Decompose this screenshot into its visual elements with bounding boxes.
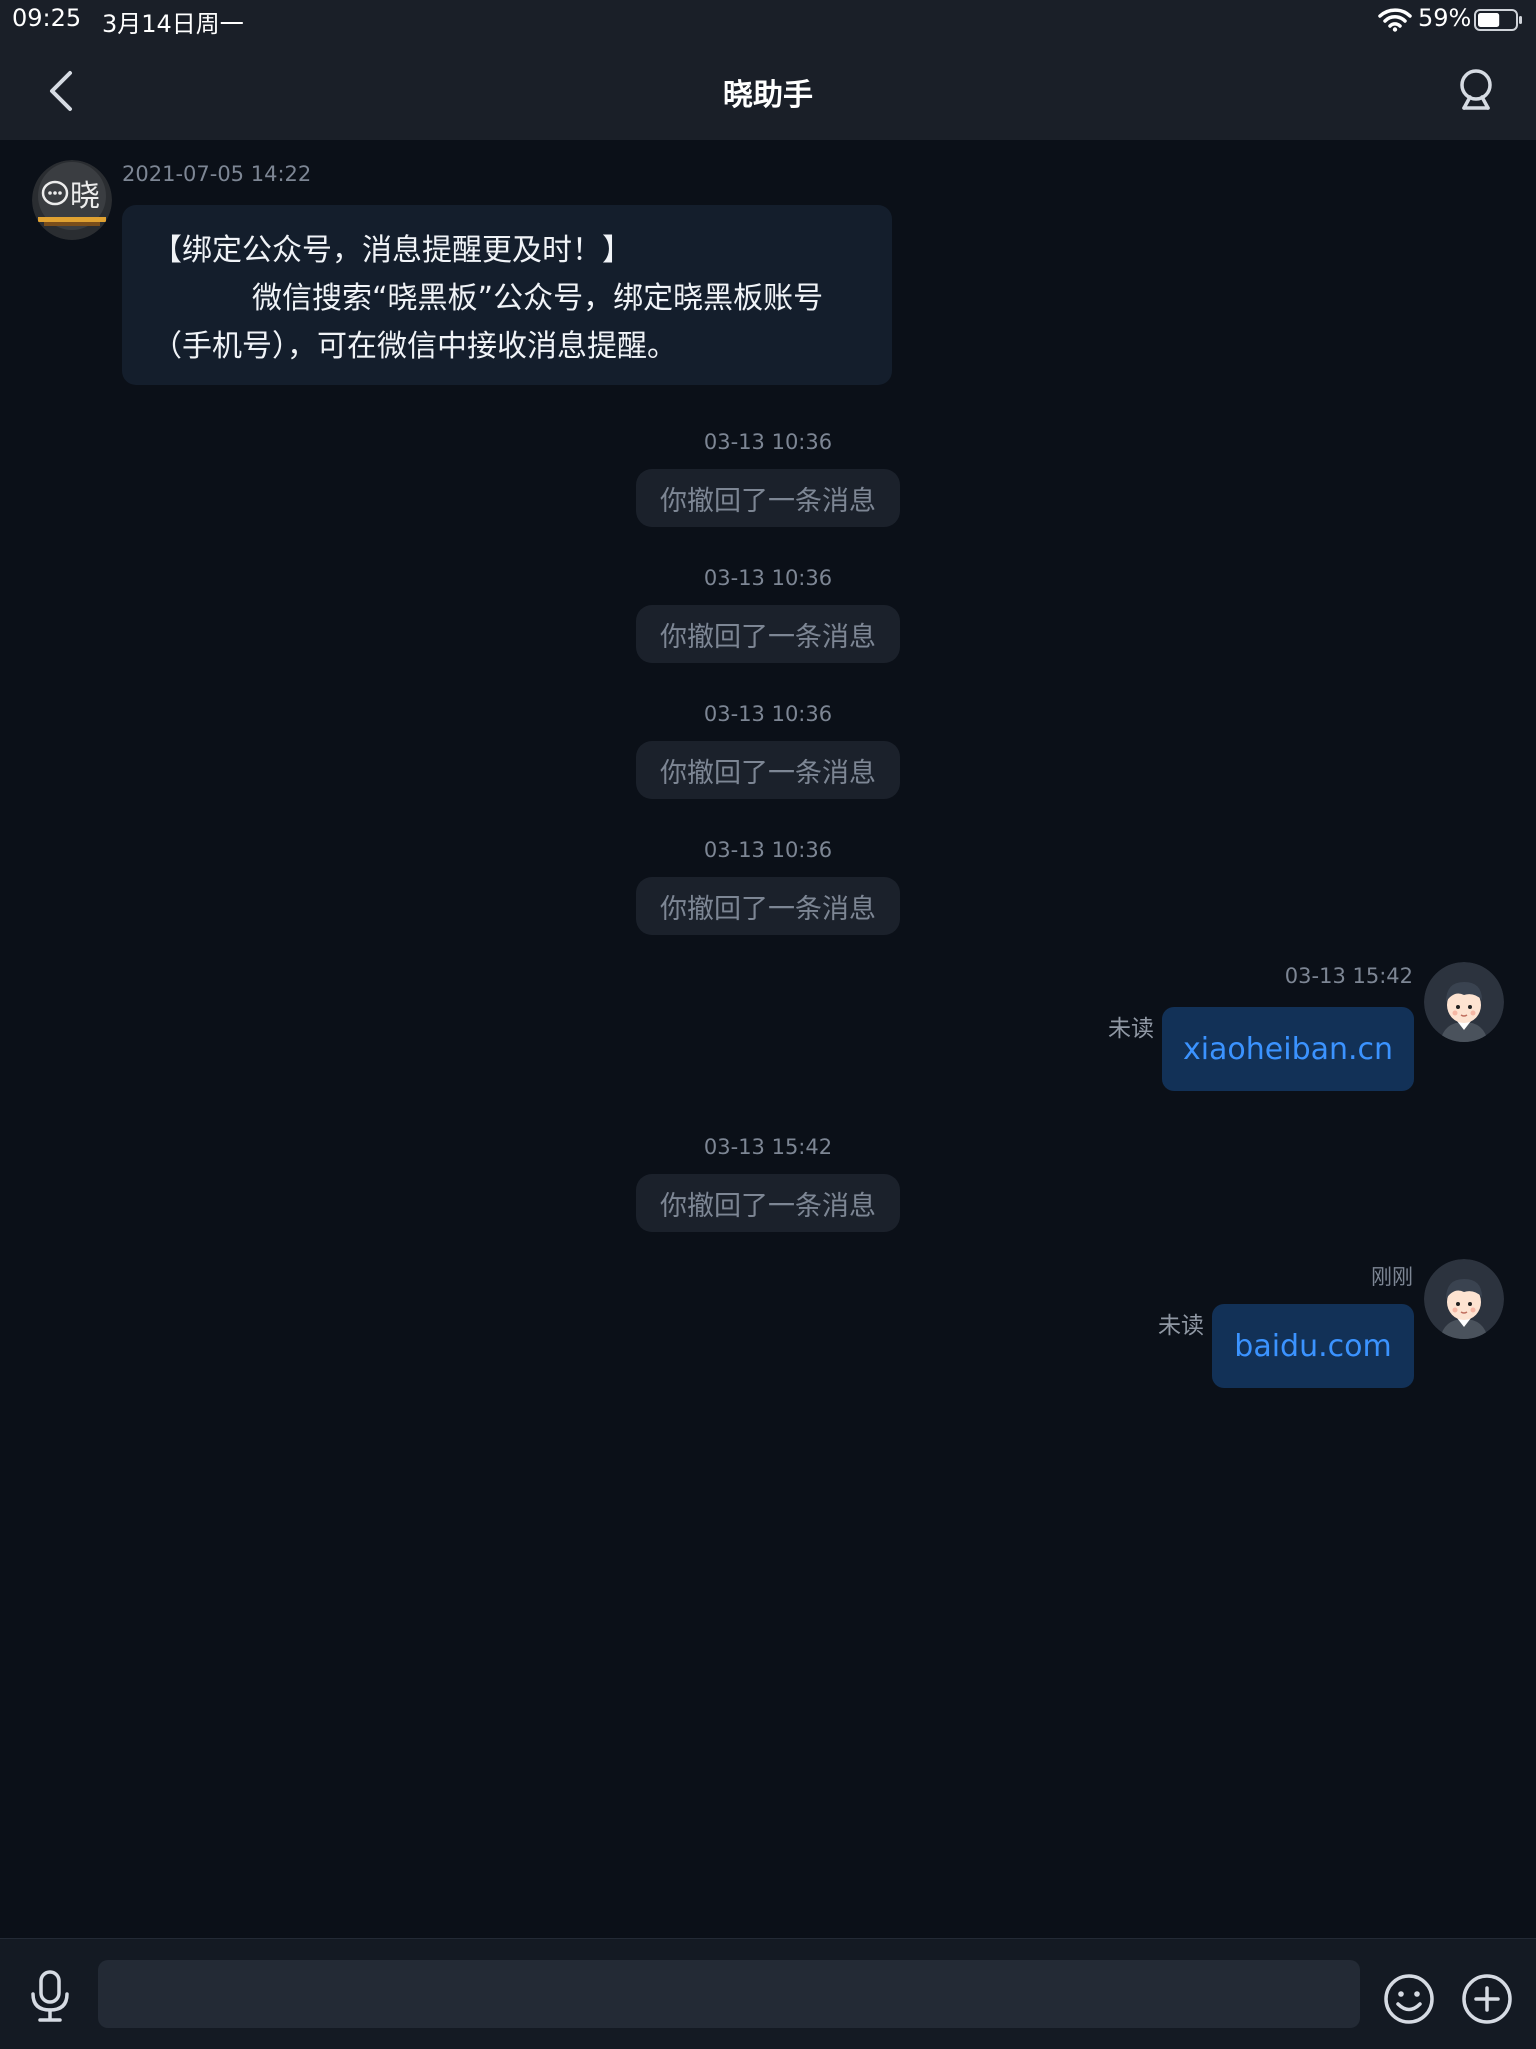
voice-input-button[interactable] <box>20 1966 80 2026</box>
status-date: 3月14日周一 <box>102 10 244 38</box>
recalled-message-notice: 你撤回了一条消息 <box>636 1174 900 1232</box>
message-timestamp: 03-13 10:36 <box>703 702 833 726</box>
profile-button[interactable] <box>1450 64 1502 116</box>
message-input[interactable] <box>98 1960 1360 2028</box>
emoji-icon <box>1384 1974 1434 2024</box>
message-timestamp: 刚刚 <box>1371 1265 1413 1289</box>
avatar-logo-text: 晓 <box>70 179 100 214</box>
battery-percent: 59% <box>1418 4 1472 32</box>
status-time: 09:25 <box>12 4 82 32</box>
message-timestamp: 2021-07-05 14:22 <box>122 162 312 186</box>
message-timestamp: 03-13 15:42 <box>1284 964 1413 988</box>
unread-status: 未读 <box>1158 1313 1204 1339</box>
message-line: （手机号），可在微信中接收消息提醒。 <box>152 329 677 364</box>
assistant-avatar[interactable]: 晓 <box>32 160 112 240</box>
message-line: 【绑定公众号，消息提醒更及时！】 <box>152 233 632 268</box>
user-avatar[interactable] <box>1424 1259 1504 1339</box>
unread-status: 未读 <box>1108 1016 1154 1042</box>
recalled-message-notice: 你撤回了一条消息 <box>636 469 900 527</box>
recalled-message-notice: 你撤回了一条消息 <box>636 877 900 935</box>
sent-link-bubble[interactable]: baidu.com <box>1212 1304 1414 1388</box>
more-options-button[interactable] <box>1460 1972 1514 2026</box>
emoji-button[interactable] <box>1382 1972 1436 2026</box>
page-title: 晓助手 <box>723 78 813 113</box>
message-line: 微信搜索“晓黑板”公众号，绑定晓黑板账号 <box>252 281 824 316</box>
sent-link-bubble[interactable]: xiaoheiban.cn <box>1162 1007 1414 1091</box>
message-timestamp: 03-13 10:36 <box>703 566 833 590</box>
message-timestamp: 03-13 10:36 <box>703 838 833 862</box>
recalled-message-notice: 你撤回了一条消息 <box>636 605 900 663</box>
chevron-left-icon <box>50 71 72 111</box>
wifi-icon <box>1378 8 1412 32</box>
message-timestamp: 03-13 10:36 <box>703 430 833 454</box>
user-icon <box>1460 69 1492 110</box>
recalled-message-notice: 你撤回了一条消息 <box>636 741 900 799</box>
message-timestamp: 03-13 15:42 <box>703 1135 833 1159</box>
user-avatar[interactable] <box>1424 962 1504 1042</box>
plus-icon <box>1462 1974 1512 2024</box>
received-message-bubble[interactable]: 【绑定公众号，消息提醒更及时！】 微信搜索“晓黑板”公众号，绑定晓黑板账号 （手… <box>122 205 892 385</box>
microphone-icon <box>31 1970 69 2022</box>
back-button[interactable] <box>36 62 86 120</box>
battery-icon <box>1474 9 1522 31</box>
